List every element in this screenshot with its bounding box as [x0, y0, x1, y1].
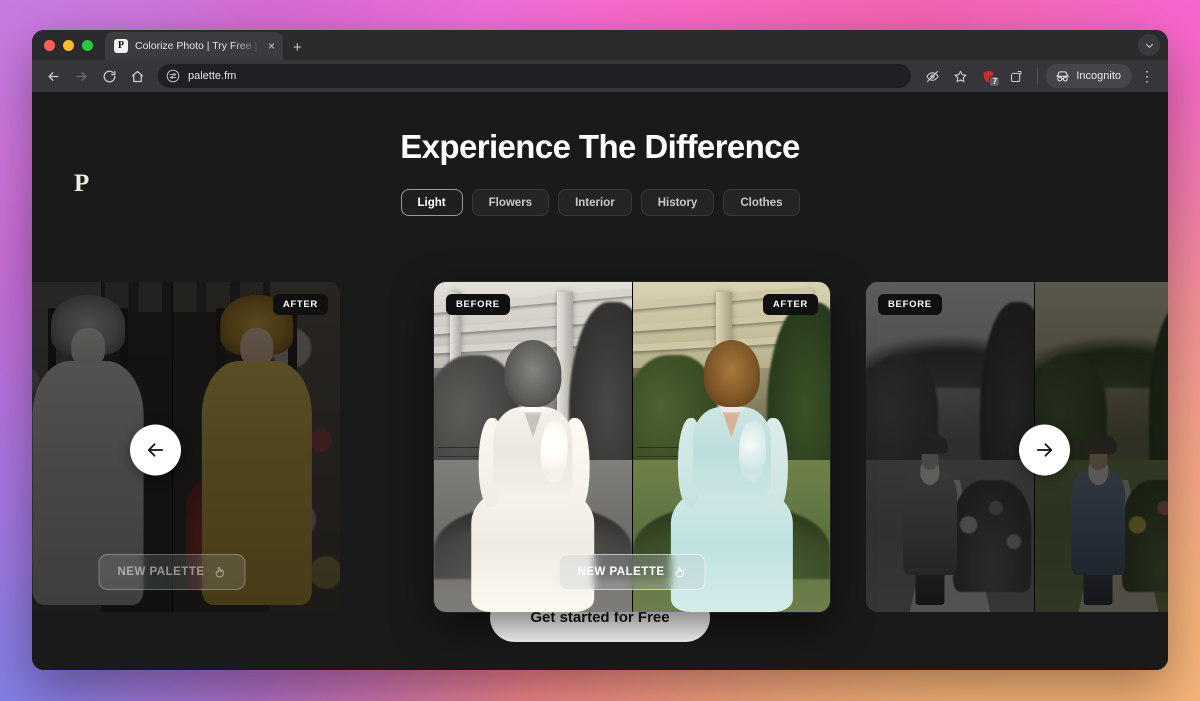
eye-off-icon [926, 70, 939, 82]
category-pill-flowers[interactable]: Flowers [471, 189, 550, 216]
back-button[interactable] [40, 63, 66, 89]
badge-before: BEFORE [878, 294, 942, 315]
figure-man [902, 433, 957, 606]
incognito-label: Incognito [1076, 70, 1121, 82]
badge-after: AFTER [762, 294, 818, 315]
page-content: P Experience The Difference Light Flower… [32, 92, 1168, 670]
tracking-protection-button[interactable] [919, 63, 945, 89]
tab-cast-icon [1010, 70, 1022, 82]
close-tab-button[interactable]: × [268, 40, 275, 52]
minimize-window-button[interactable] [63, 39, 74, 51]
reload-button[interactable] [96, 63, 122, 89]
tab-search-button[interactable] [1138, 34, 1160, 56]
forward-button[interactable] [68, 63, 94, 89]
arrow-left-icon [48, 71, 58, 81]
home-icon [131, 70, 143, 82]
star-icon [954, 70, 967, 82]
arrow-right-icon [1036, 442, 1053, 457]
new-palette-label: NEW PALETTE [117, 566, 205, 578]
chevron-down-icon [1145, 43, 1153, 48]
arrow-left-icon [147, 442, 164, 457]
tab-strip: P Colorize Photo | Try Free | Re × + [32, 30, 1168, 60]
carousel-slide-next[interactable]: BEFORE [866, 282, 1168, 612]
new-palette-label: NEW PALETTE [577, 566, 665, 578]
click-hand-icon [675, 567, 684, 578]
url-text: palette.fm [188, 70, 237, 82]
browser-window: P Colorize Photo | Try Free | Re × + pal… [32, 30, 1168, 670]
carousel-slide-previous[interactable]: AFTER NEW PALETTE [32, 282, 340, 612]
tune-icon[interactable] [166, 69, 180, 83]
category-pill-history[interactable]: History [640, 189, 715, 216]
browser-toolbar: palette.fm 7 Incognito ⋮ [32, 60, 1168, 92]
toolbar-actions: 7 Incognito ⋮ [919, 63, 1160, 89]
reload-icon [103, 70, 115, 82]
home-button[interactable] [124, 63, 150, 89]
carousel-prev-button[interactable] [130, 424, 181, 475]
category-pill-interior[interactable]: Interior [558, 189, 632, 216]
window-controls [44, 30, 105, 60]
site-logo[interactable]: P [74, 170, 90, 198]
new-palette-button[interactable]: NEW PALETTE [98, 554, 246, 590]
close-window-button[interactable] [44, 39, 55, 51]
browser-tab[interactable]: P Colorize Photo | Try Free | Re × [105, 32, 283, 60]
figure-man [1071, 433, 1126, 606]
address-bar[interactable]: palette.fm [158, 64, 912, 88]
bookmark-button[interactable] [947, 63, 973, 89]
carousel-next-button[interactable] [1019, 424, 1070, 475]
new-tab-button[interactable]: + [293, 40, 302, 55]
badge-after: AFTER [272, 294, 328, 315]
extensions-badge-count: 7 [989, 76, 1001, 87]
category-filter-group: Light Flowers Interior History Clothes [32, 189, 1168, 216]
category-pill-clothes[interactable]: Clothes [723, 189, 800, 216]
browser-menu-button[interactable]: ⋮ [1134, 63, 1160, 89]
comparison-carousel: AFTER NEW PALETTE BEFORE AFTER NEW PALET… [32, 282, 1168, 617]
badge-before: BEFORE [446, 294, 510, 315]
new-palette-button[interactable]: NEW PALETTE [558, 554, 706, 590]
category-pill-light[interactable]: Light [400, 189, 463, 216]
incognito-indicator[interactable]: Incognito [1046, 64, 1132, 88]
maximize-window-button[interactable] [82, 39, 93, 51]
tab-title: Colorize Photo | Try Free | Re [135, 40, 261, 52]
favicon: P [114, 39, 128, 53]
arrow-right-icon [76, 71, 86, 81]
carousel-slide-active[interactable]: BEFORE AFTER NEW PALETTE [434, 282, 830, 612]
incognito-hat-icon [1056, 70, 1070, 81]
click-hand-icon [215, 567, 224, 578]
toolbar-divider [1037, 68, 1039, 84]
extensions-button[interactable]: 7 [975, 63, 1001, 89]
artwork-man-before [866, 282, 1034, 612]
page-title: Experience The Difference [400, 128, 800, 165]
cast-tab-button[interactable] [1003, 63, 1029, 89]
slide-before-half: BEFORE [866, 282, 1034, 612]
